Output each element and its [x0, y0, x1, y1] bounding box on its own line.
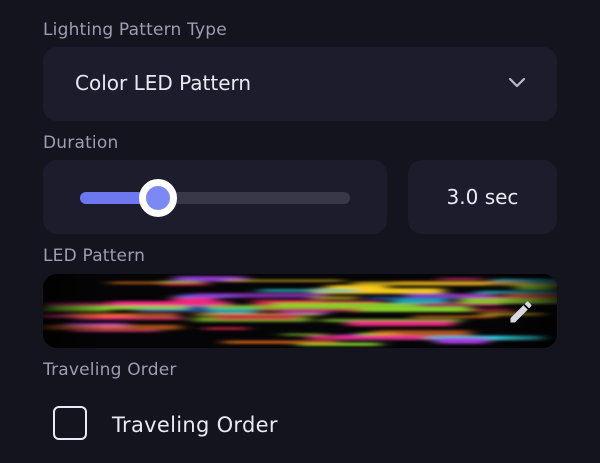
led-pattern-label: LED Pattern	[43, 246, 146, 266]
traveling-order-label: Traveling Order	[43, 360, 177, 380]
pattern-type-selected-value: Color LED Pattern	[75, 71, 252, 95]
chevron-down-icon	[508, 77, 526, 88]
traveling-order-checkbox[interactable]	[53, 406, 87, 440]
duration-value-field[interactable]: 3.0 sec	[408, 160, 557, 234]
pattern-type-label: Lighting Pattern Type	[43, 20, 227, 40]
pattern-type-dropdown[interactable]: Color LED Pattern	[43, 47, 557, 121]
duration-label: Duration	[43, 133, 119, 153]
led-pattern-preview[interactable]	[43, 274, 557, 348]
duration-slider-thumb[interactable]	[139, 179, 177, 217]
duration-slider-track[interactable]	[80, 179, 350, 217]
pencil-icon[interactable]	[507, 298, 535, 326]
traveling-order-checkbox-label[interactable]: Traveling Order	[112, 413, 278, 437]
led-pattern-image	[43, 274, 557, 348]
lighting-settings-panel: Lighting Pattern Type Color LED Pattern …	[0, 0, 600, 463]
duration-slider-card	[43, 160, 387, 234]
duration-value-text: 3.0 sec	[446, 185, 519, 209]
